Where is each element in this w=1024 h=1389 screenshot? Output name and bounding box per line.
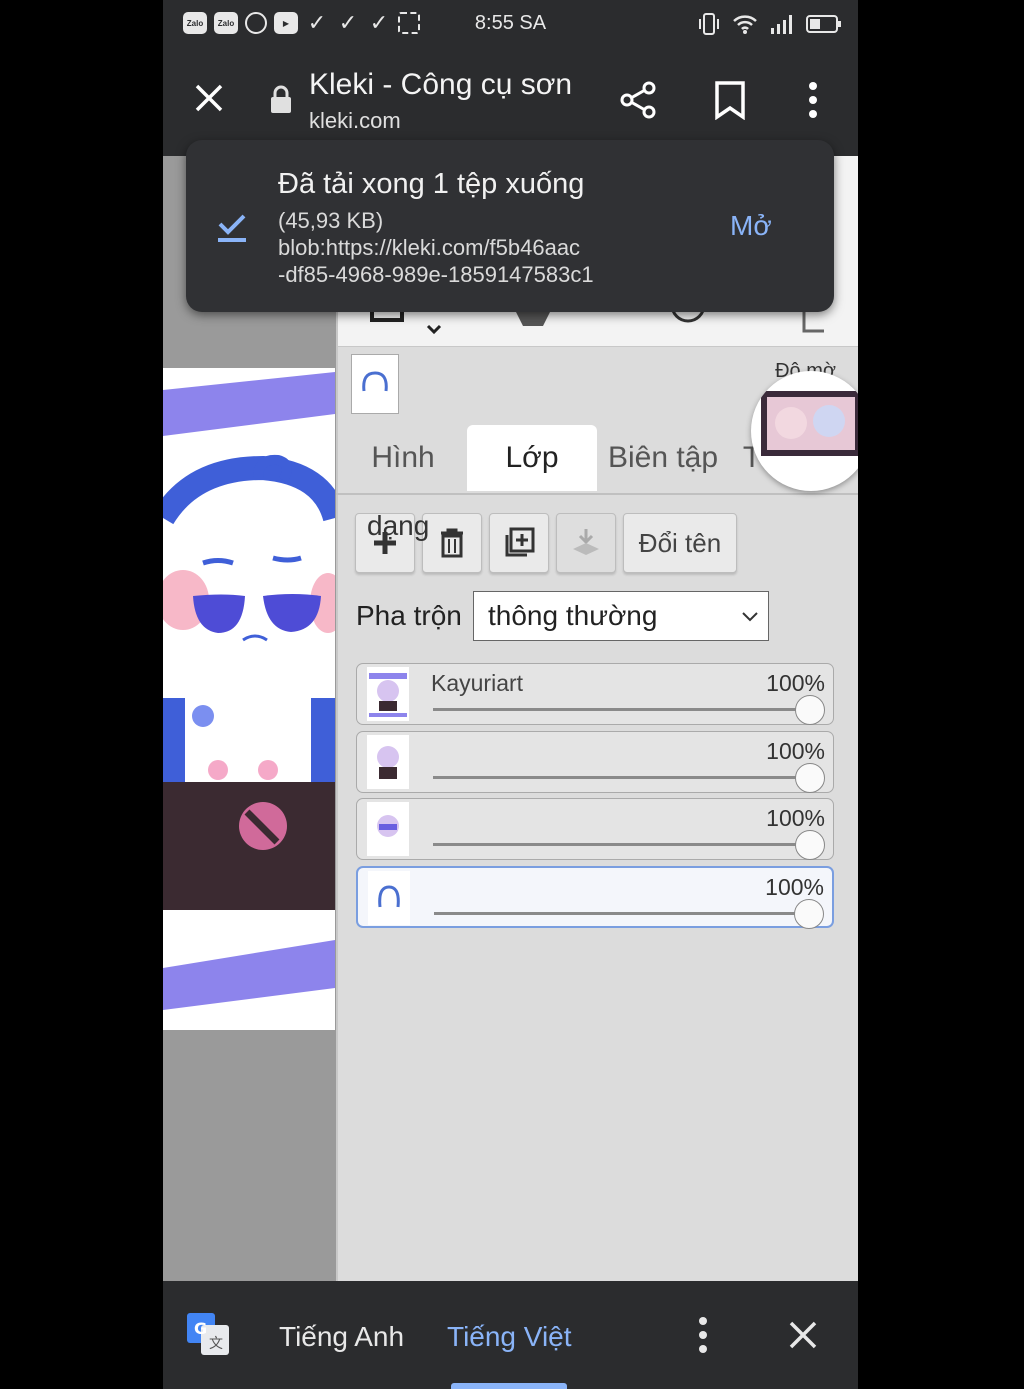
wifi-icon bbox=[733, 15, 757, 34]
brush-shape-icon bbox=[362, 371, 388, 392]
share-icon[interactable] bbox=[618, 80, 658, 120]
brush-preview[interactable] bbox=[351, 354, 399, 414]
close-icon[interactable] bbox=[787, 1319, 819, 1351]
layer-opacity: 100% bbox=[765, 874, 824, 900]
tab-lop[interactable]: Lớp bbox=[467, 425, 597, 491]
merge-down-button[interactable] bbox=[556, 513, 616, 573]
opacity-slider[interactable] bbox=[434, 912, 818, 915]
layer-item-selected[interactable]: 100% bbox=[356, 866, 834, 929]
opacity-slider[interactable] bbox=[433, 843, 819, 846]
duplicate-icon bbox=[505, 527, 535, 557]
layer-item[interactable]: Kayuriart 100% bbox=[356, 663, 834, 725]
lock-icon[interactable] bbox=[269, 84, 293, 114]
status-bar: Zalo Zalo ▶ ✓ ✓ ✓ 8:55 SA bbox=[163, 0, 858, 48]
overlay-text: dạng bbox=[367, 510, 430, 541]
vibrate-icon bbox=[699, 13, 719, 35]
download-url: blob:https://kleki.com/f5b46aac bbox=[278, 235, 581, 260]
page-title: Kleki - Công cụ sơn bbox=[309, 68, 573, 101]
more-menu-icon[interactable] bbox=[803, 82, 823, 118]
selected-language-indicator bbox=[451, 1383, 567, 1389]
more-menu-icon[interactable] bbox=[693, 1317, 713, 1353]
layer-thumbnail bbox=[368, 871, 410, 925]
layer-item[interactable]: 100% bbox=[356, 731, 834, 793]
signal-icon bbox=[771, 15, 792, 34]
download-complete-icon bbox=[218, 214, 246, 242]
status-right-icons bbox=[698, 12, 842, 36]
drawing-canvas[interactable] bbox=[163, 368, 335, 1030]
opacity-slider-handle[interactable] bbox=[795, 763, 825, 793]
download-title: Đã tải xong 1 tệp xuống bbox=[278, 168, 585, 200]
opacity-slider-handle[interactable] bbox=[795, 695, 825, 725]
blend-mode-select[interactable]: thông thường bbox=[473, 591, 769, 641]
trash-icon bbox=[441, 528, 463, 558]
layer-thumb-image bbox=[377, 746, 399, 779]
layer-thumbnail bbox=[367, 735, 409, 789]
layer-opacity: 100% bbox=[766, 670, 825, 696]
duplicate-layer-button[interactable] bbox=[489, 513, 549, 573]
opacity-slider-handle[interactable] bbox=[795, 830, 825, 860]
page-url[interactable]: kleki.com bbox=[309, 108, 401, 134]
language-target[interactable]: Tiếng Việt bbox=[447, 1321, 572, 1353]
layer-thumbnail bbox=[367, 802, 409, 856]
layer-opacity: 100% bbox=[766, 738, 825, 764]
delete-layer-button[interactable] bbox=[422, 513, 482, 573]
layer-thumb-image bbox=[377, 815, 399, 837]
layer-name: Kayuriart bbox=[431, 670, 524, 696]
svg-text:G: G bbox=[194, 1319, 207, 1338]
translate-bar: G文 Tiếng Anh Tiếng Việt bbox=[163, 1281, 858, 1389]
bookmark-icon[interactable] bbox=[713, 80, 747, 120]
open-download-button[interactable]: Mở bbox=[730, 210, 772, 242]
layer-thumb-image bbox=[378, 885, 400, 908]
layer-item[interactable]: 100% bbox=[356, 798, 834, 860]
opacity-slider-handle[interactable] bbox=[794, 899, 824, 929]
blend-label: Pha trộn bbox=[356, 600, 462, 631]
battery-icon bbox=[806, 15, 841, 33]
opacity-slider[interactable] bbox=[433, 776, 819, 779]
google-translate-icon: G文 bbox=[187, 1313, 229, 1355]
tab-bien-tap[interactable]: Biên tập bbox=[604, 425, 722, 491]
download-size: (45,93 KB) bbox=[278, 208, 384, 233]
layer-opacity: 100% bbox=[766, 805, 825, 831]
artwork-image bbox=[163, 368, 335, 1030]
close-icon[interactable] bbox=[191, 80, 227, 116]
blend-mode-value: thông thường bbox=[488, 600, 658, 631]
download-url-continued: -df85-4968-989e-1859147583c1 bbox=[278, 262, 594, 287]
language-source[interactable]: Tiếng Anh bbox=[279, 1321, 404, 1353]
opacity-slider[interactable] bbox=[433, 708, 819, 711]
rename-button[interactable]: Đổi tên bbox=[623, 513, 737, 573]
layer-thumb-image bbox=[369, 673, 407, 717]
tab-hinh[interactable]: Hình bbox=[344, 425, 462, 491]
layer-thumbnail bbox=[367, 667, 409, 721]
merge-down-icon bbox=[573, 529, 599, 555]
svg-text:文: 文 bbox=[209, 1336, 223, 1352]
chevron-down-icon bbox=[742, 612, 758, 622]
download-snackbar: Đã tải xong 1 tệp xuống (45,93 KB) blob:… bbox=[186, 140, 834, 312]
